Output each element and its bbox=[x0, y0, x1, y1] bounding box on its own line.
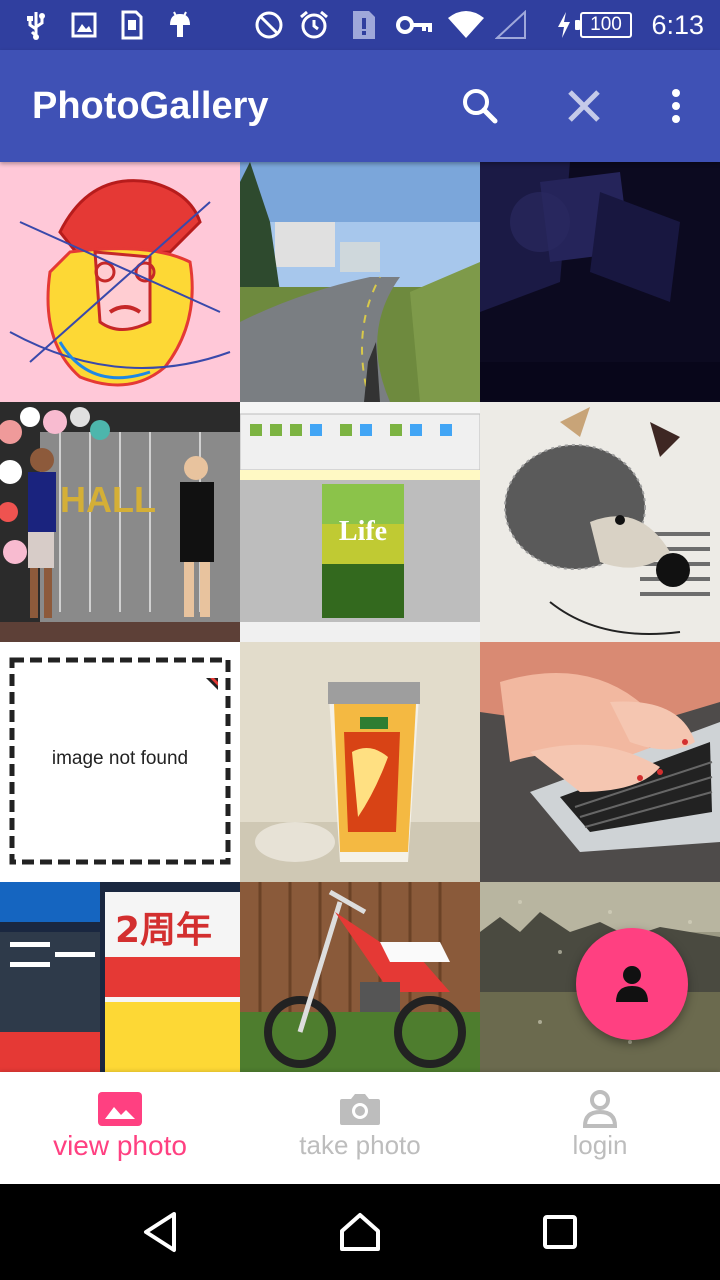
status-time: 6:13 bbox=[651, 10, 704, 40]
photo-image-not-found[interactable]: image not found bbox=[0, 642, 240, 882]
photo-party[interactable]: HALL bbox=[0, 402, 240, 642]
close-icon bbox=[568, 90, 600, 122]
app-bar: PhotoGallery bbox=[0, 50, 720, 162]
nav-take-photo-label: take photo bbox=[299, 1130, 421, 1160]
status-bar: 100 6:13 bbox=[0, 0, 720, 50]
photo-dark-room[interactable] bbox=[480, 162, 720, 402]
photo-noodle-cup[interactable] bbox=[240, 642, 480, 882]
photo-dirt-bike[interactable] bbox=[240, 882, 480, 1072]
wifi-icon bbox=[446, 8, 486, 42]
nav-view-photo-label: view photo bbox=[53, 1130, 187, 1161]
more-options-button[interactable] bbox=[648, 78, 704, 134]
photo-pdf-editor-screenshot[interactable]: Life bbox=[240, 402, 480, 642]
photo-sketch-portrait[interactable] bbox=[0, 162, 240, 402]
home-button[interactable] bbox=[330, 1202, 390, 1262]
back-icon bbox=[144, 1212, 176, 1252]
shop-sign-text: 2周年 bbox=[115, 910, 212, 951]
home-icon bbox=[340, 1213, 380, 1251]
nav-login-label: login bbox=[572, 1130, 628, 1160]
nav-view-photo[interactable]: view photo bbox=[0, 1072, 240, 1184]
cell-signal-icon bbox=[494, 8, 528, 42]
image-notification-icon bbox=[70, 8, 98, 42]
close-button[interactable] bbox=[556, 78, 612, 134]
svg-text:HALL: HALL bbox=[60, 479, 156, 520]
photo-crochet-hedgehog[interactable] bbox=[480, 402, 720, 642]
vpn-key-icon bbox=[396, 8, 432, 42]
recents-button[interactable] bbox=[530, 1202, 590, 1262]
life-book-cover-text: Life bbox=[339, 516, 387, 547]
person-icon bbox=[616, 966, 648, 1002]
bottom-navigation: view photo take photo login bbox=[0, 1072, 720, 1184]
camera-icon bbox=[335, 1088, 385, 1130]
more-vert-icon bbox=[672, 89, 680, 123]
search-icon bbox=[463, 89, 498, 124]
photo-laptop-typing[interactable] bbox=[480, 642, 720, 882]
image-icon bbox=[95, 1088, 145, 1130]
do-not-disturb-icon bbox=[254, 8, 284, 42]
app-title: PhotoGallery bbox=[32, 85, 269, 127]
sim-alert-icon bbox=[350, 8, 378, 42]
system-navigation-bar bbox=[0, 1184, 720, 1280]
back-button[interactable] bbox=[130, 1202, 190, 1262]
recents-icon bbox=[543, 1215, 577, 1249]
profile-fab-button[interactable] bbox=[576, 928, 688, 1040]
nav-take-photo[interactable]: take photo bbox=[240, 1072, 480, 1184]
usb-icon bbox=[22, 8, 50, 42]
alarm-icon bbox=[298, 8, 330, 42]
person-outline-icon bbox=[575, 1088, 625, 1130]
image-not-found-label: image not found bbox=[51, 748, 189, 769]
search-button[interactable] bbox=[452, 78, 508, 134]
battery-indicator: 100 bbox=[575, 12, 632, 38]
charging-icon bbox=[554, 8, 574, 42]
photo-shop-sign[interactable]: 2周年 bbox=[0, 882, 240, 1072]
android-icon bbox=[166, 8, 194, 42]
nav-login[interactable]: login bbox=[480, 1072, 720, 1184]
photo-road-path[interactable] bbox=[240, 162, 480, 402]
sim-icon bbox=[120, 8, 144, 42]
